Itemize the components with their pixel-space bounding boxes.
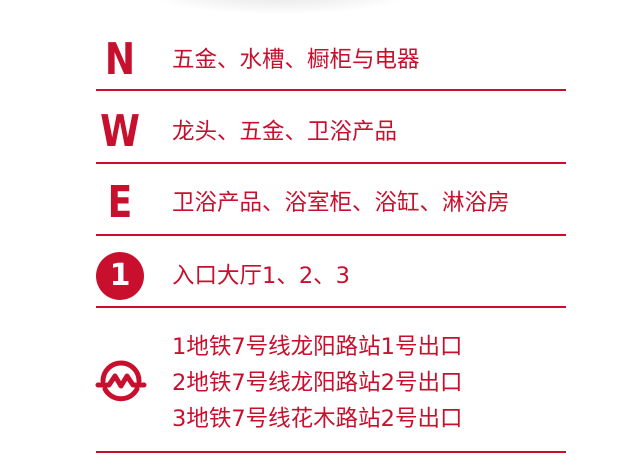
divider	[96, 162, 566, 164]
direction-marker-n: N	[104, 34, 136, 85]
metro-exit-line-2: 2地铁7号线龙阳路站2号出口	[172, 370, 463, 396]
divider	[96, 234, 566, 236]
direction-marker-w: W	[100, 106, 140, 157]
direction-label-w: 龙头、五金、卫浴产品	[172, 119, 398, 145]
divider	[96, 451, 566, 453]
entrance-label: 入口大厅1、2、3	[172, 263, 350, 289]
metro-exit-line-1: 1地铁7号线龙阳路站1号出口	[172, 334, 463, 360]
divider	[96, 306, 566, 308]
entrance-number-badge: 1	[96, 252, 144, 300]
direction-marker-e: E	[107, 177, 133, 228]
metro-exit-line-3: 3地铁7号线花木路站2号出口	[172, 406, 463, 432]
direction-label-n: 五金、水槽、橱柜与电器	[172, 47, 420, 73]
divider	[96, 89, 566, 91]
direction-label-e: 卫浴产品、浴室柜、浴缸、淋浴房	[172, 190, 510, 216]
top-shadow	[150, 0, 410, 14]
shanghai-metro-icon	[95, 360, 147, 402]
